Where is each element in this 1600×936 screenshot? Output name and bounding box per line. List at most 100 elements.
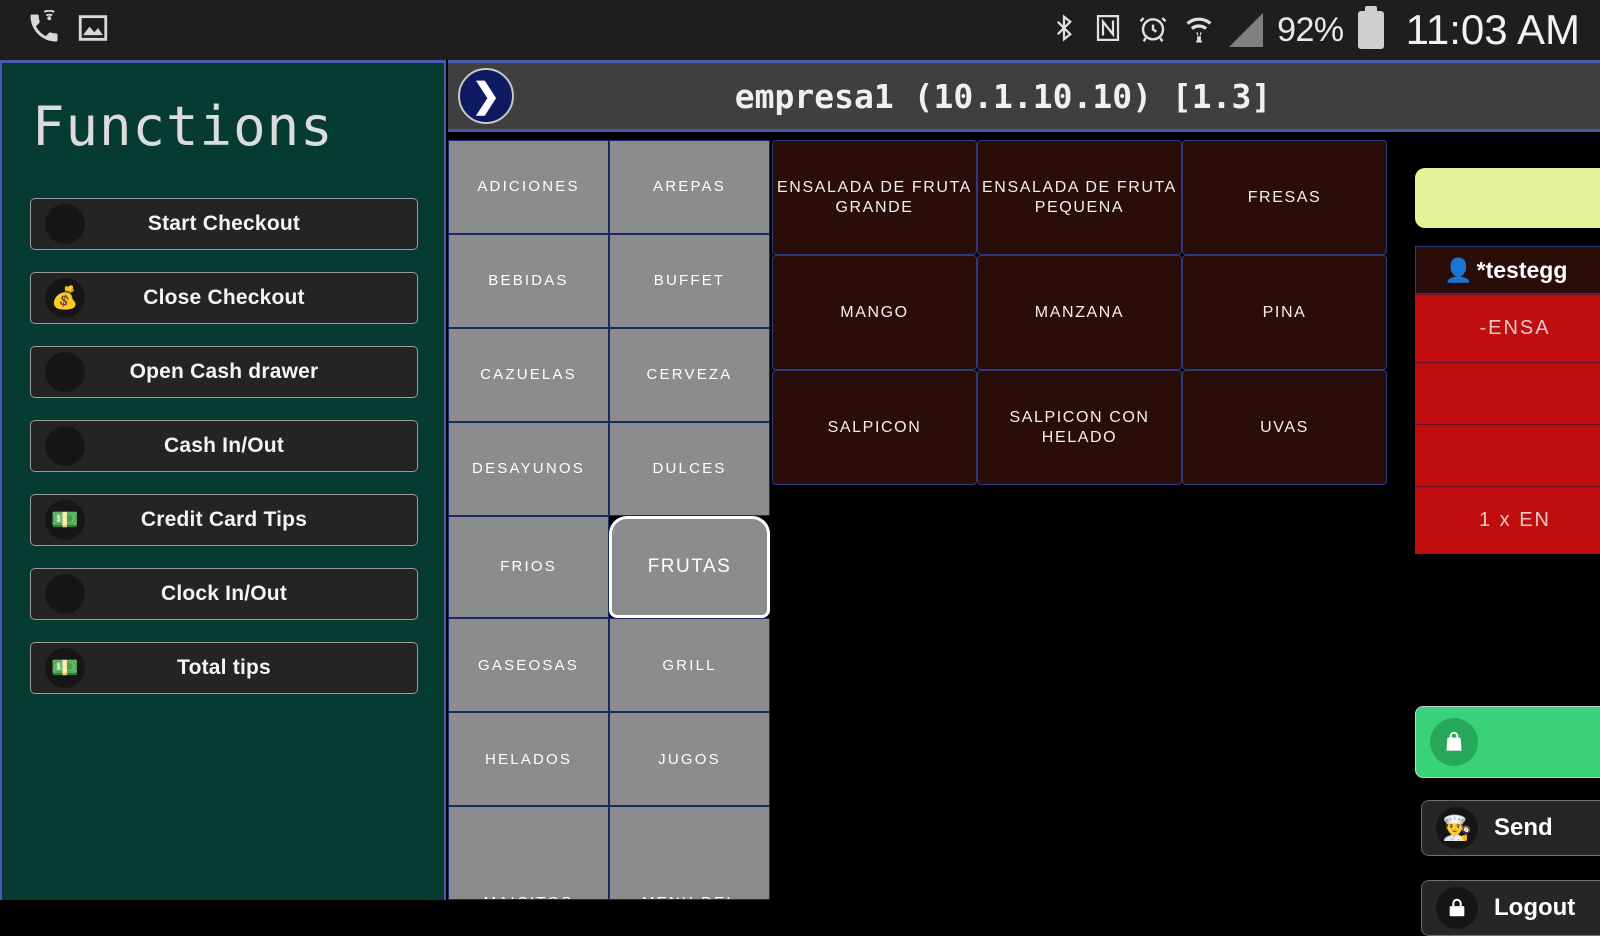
app-root: Functions Start Checkout 💰 Close Checkout O… [0,60,1600,936]
category-button-menu-del[interactable]: MENU DEL [609,806,770,900]
category-button-grill[interactable]: GRILL [609,618,770,713]
status-bar-clock: 11:03 AM [1405,6,1580,53]
function-button-label: Clock In/Out [160,582,288,605]
category-button-frios[interactable]: FRIOS [448,515,609,619]
category-button-frutas[interactable]: FRUTAS [609,515,770,619]
alarm-clock-icon [1137,11,1169,50]
order-search-input[interactable] [1415,168,1600,228]
order-line-item[interactable] [1415,362,1600,424]
category-button-label: BUFFET [653,272,726,290]
logout-button[interactable]: Logout [1421,880,1600,936]
category-button-label: MENU DEL [642,894,737,899]
category-button-label: GASEOSAS [478,656,579,674]
order-line-item[interactable]: -ENSA [1415,294,1600,362]
category-button-buffet[interactable]: BUFFET [609,233,770,328]
product-button-label: FRESAS [1247,188,1322,206]
status-bar: 92% 11:03 AM [0,0,1600,60]
function-button-total-tips[interactable]: 💵 Total tips [30,642,418,694]
wifi-transfer-icon [1183,11,1215,50]
function-button-label: Close Checkout [143,286,305,309]
send-button-label: Send [1494,814,1553,841]
order-line-item[interactable] [1415,424,1600,486]
category-button-label: CAZUELAS [480,366,577,384]
product-button-label: MANZANA [1034,303,1125,321]
main-region: ❯ empresa1 (10.1.10.10) [1.3] ADICIONES A… [446,60,1600,936]
category-button-gaseosas[interactable]: GASEOSAS [448,618,609,713]
function-button-open-cash-drawer[interactable]: Open Cash drawer [30,346,418,398]
order-user-row[interactable]: 👤 *testegg [1415,246,1600,294]
gallery-image-icon [76,11,110,50]
product-button-salpicon-con-helado[interactable]: SALPICON CON HELADO [977,370,1182,485]
function-button-start-checkout[interactable]: Start Checkout [30,198,418,250]
category-button-arepas[interactable]: AREPAS [609,140,770,234]
category-button-adiciones[interactable]: ADICIONES [448,140,609,234]
order-line-list: -ENSA 1 x EN [1415,294,1600,554]
category-button-maicitos[interactable]: MAICITOS [448,806,609,900]
function-button-label: Total tips [177,656,271,679]
nfc-icon [1093,12,1123,49]
product-button-label: SALPICON CON HELADO [1009,408,1150,446]
plain-circle-icon [45,426,85,466]
checkout-bag-button[interactable] [1415,706,1600,778]
category-button-bebidas[interactable]: BEBIDAS [448,233,609,328]
shopping-bag-icon [1430,718,1478,766]
battery-icon [1357,6,1384,49]
product-button-label: MANGO [840,303,909,321]
category-button-label: MAICITOS [484,894,574,899]
businessmen-money-icon: 💵 [45,500,85,540]
category-button-label: ADICIONES [477,178,580,196]
product-button-uvas[interactable]: UVAS [1182,370,1387,485]
page-title: Functions [32,95,334,158]
function-button-list: Start Checkout 💰 Close Checkout Open Cash d… [2,158,444,694]
order-line-label: 1 x EN [1478,509,1552,531]
bluetooth-icon [1049,11,1079,50]
functions-sidebar: Functions Start Checkout 💰 Close Checkout O… [0,60,446,900]
wifi-calling-icon [26,9,62,51]
product-button-ensalada-de-fruta-pequena[interactable]: ENSALADA DE FRUTA PEQUENA [977,140,1182,255]
category-button-helados[interactable]: HELADOS [448,712,609,807]
order-line-item[interactable]: 1 x EN [1415,486,1600,554]
order-line-label: -ENSA [1479,317,1551,339]
category-button-label: AREPAS [653,178,726,196]
person-icon: 👤 [1444,256,1473,283]
product-button-ensalada-de-fruta-grande[interactable]: ENSALADA DE FRUTA GRANDE [772,140,977,255]
businessmen-money-icon: 💵 [45,648,85,688]
function-button-close-checkout[interactable]: 💰 Close Checkout [30,272,418,324]
category-button-cerveza[interactable]: CERVEZA [609,327,770,422]
server-title-label: empresa1 (10.1.10.10) [1.3] [734,76,1272,116]
category-button-label: GRILL [662,656,717,674]
product-button-pina[interactable]: PINA [1182,255,1387,370]
category-button-label: HELADOS [484,750,573,768]
category-button-label: JUGOS [658,750,721,768]
product-button-salpicon[interactable]: SALPICON [772,370,977,485]
product-button-fresas[interactable]: FRESAS [1182,140,1387,255]
chevron-right-icon[interactable]: ❯ [458,68,514,124]
lock-icon [1436,887,1478,929]
chef-icon: 👨‍🍳 [1436,807,1478,849]
category-button-jugos[interactable]: JUGOS [609,712,770,807]
category-button-label: FRIOS [500,558,557,576]
product-button-label: ENSALADA DE FRUTA GRANDE [777,178,972,216]
order-user-name: *testegg [1476,256,1568,283]
top-bar: ❯ empresa1 (10.1.10.10) [1.3] [448,60,1600,132]
product-button-mango[interactable]: MANGO [772,255,977,370]
battery-percent-label: 92% [1277,10,1344,49]
function-button-label: Cash In/Out [163,434,285,457]
logout-button-label: Logout [1494,894,1576,921]
product-button-label: SALPICON [827,418,922,436]
category-button-label: DULCES [652,460,727,478]
category-button-dulces[interactable]: DULCES [609,421,770,516]
function-button-label: Start Checkout [147,212,301,235]
cellular-signal-icon [1229,13,1264,47]
status-bar-left-icons [0,9,110,51]
product-button-label: ENSALADA DE FRUTA PEQUENA [982,178,1177,216]
send-button[interactable]: 👨‍🍳 Send [1421,800,1600,856]
function-button-cash-in-out[interactable]: Cash In/Out [30,420,418,472]
category-grid: ADICIONES AREPAS BEBIDAS BUFFET CAZUELAS CERV… [448,140,770,900]
product-button-manzana[interactable]: MANZANA [977,255,1182,370]
category-button-desayunos[interactable]: DESAYUNOS [448,421,609,516]
category-button-cazuelas[interactable]: CAZUELAS [448,327,609,422]
function-button-credit-card-tips[interactable]: 💵 Credit Card Tips [30,494,418,546]
function-button-clock-in-out[interactable]: Clock In/Out [30,568,418,620]
category-button-label: FRUTAS [647,555,732,577]
